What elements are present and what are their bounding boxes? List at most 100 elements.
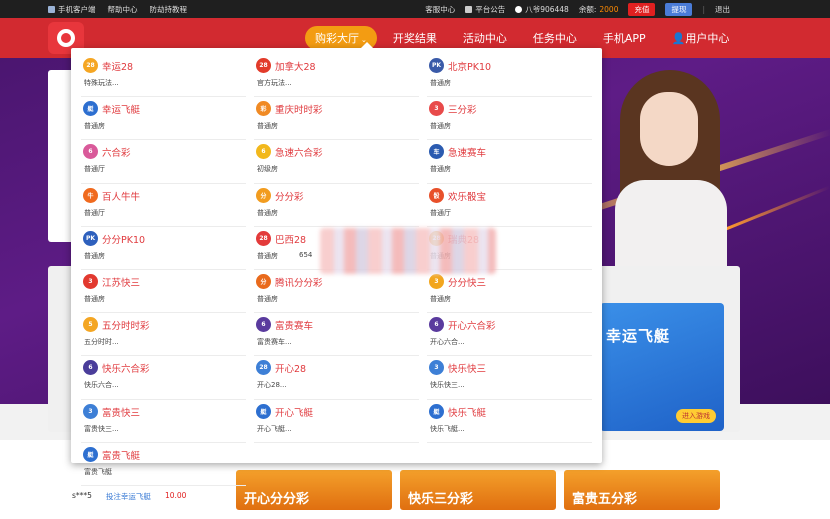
- game-room: 普通厅: [430, 208, 451, 217]
- game-item[interactable]: 6 急速六合彩 初级房: [254, 140, 419, 184]
- game-room: 普通房: [430, 294, 451, 303]
- withdraw-button[interactable]: 提现: [665, 2, 693, 16]
- game-room: 普通房: [257, 122, 278, 131]
- game-item[interactable]: 骰欢乐骰宝 普通厅: [427, 184, 592, 227]
- game-name: 腾讯分分彩: [275, 277, 323, 289]
- game-item[interactable]: 艇快乐飞艇 快乐飞艇...: [427, 400, 592, 443]
- game-item[interactable]: 3 富贵快三 富贵快三...: [81, 400, 246, 443]
- nav-tasks[interactable]: 任务中心: [523, 26, 587, 50]
- enter-game-button[interactable]: 进入游戏: [676, 409, 716, 423]
- happy-mark-six-icon: 6: [429, 317, 444, 333]
- logout-link[interactable]: 退出: [715, 4, 730, 15]
- user-name[interactable]: 八爷906448: [515, 4, 569, 15]
- game-room: 开心28...: [257, 381, 287, 390]
- nav-activities[interactable]: 活动中心: [453, 26, 517, 50]
- canada28-icon: 28: [256, 58, 271, 73]
- mobile-client-label: 手机客户端: [58, 4, 96, 14]
- game-name: 三分彩: [448, 105, 477, 117]
- game-item[interactable]: 5 五分时时彩 五分时时...: [81, 313, 246, 357]
- game-item[interactable]: 28 加拿大28 官方玩法...: [254, 54, 419, 98]
- game-name: 江苏快三: [102, 277, 141, 289]
- game-room: 普通房: [84, 294, 105, 303]
- balance-value: 2000: [599, 4, 619, 14]
- rich-race-icon: 6: [256, 317, 271, 333]
- game-item[interactable]: 3 三分彩 普通房: [427, 97, 592, 141]
- winner-user: s***5: [72, 491, 92, 500]
- game-name: 巴西28: [275, 234, 307, 246]
- game-name: 快乐六合彩: [102, 364, 150, 376]
- nav-results[interactable]: 开奖结果: [383, 26, 447, 50]
- joy-boat-icon: 艇: [429, 403, 444, 419]
- game-item[interactable]: 分分分彩 普通房: [254, 184, 419, 227]
- game-room: 普通房: [257, 208, 278, 217]
- game-name: 北京PK10: [448, 62, 492, 73]
- game-room: 官方玩法...: [257, 79, 292, 87]
- game-name: 开心六合彩: [448, 321, 496, 333]
- nav-user-center[interactable]: 👤用户中心: [662, 26, 740, 50]
- game-item[interactable]: 3 江苏快三普通房: [81, 270, 246, 314]
- game-room: 普通厅: [84, 208, 105, 217]
- game-room: 普通房: [430, 122, 451, 131]
- game-item[interactable]: 28 开心28 开心28...: [254, 356, 419, 400]
- ff-k3-icon: 3: [429, 273, 444, 289]
- game-name: 五分时时彩: [102, 321, 150, 333]
- game-room: 普通房: [84, 122, 105, 131]
- recharge-button[interactable]: 充值: [628, 2, 656, 16]
- game-room: 快乐飞艇...: [430, 424, 465, 433]
- game-room: 普通房: [257, 294, 278, 303]
- game-item[interactable]: PK 北京PK10 普通房: [427, 54, 592, 98]
- help-center-link[interactable]: 帮助中心: [108, 4, 138, 15]
- game-item[interactable]: 3 快乐快三 快乐快三...: [427, 356, 592, 400]
- game-name: 分分彩: [275, 191, 304, 203]
- jiangsu-k3-icon: 3: [83, 273, 98, 289]
- game-room: 五分时时...: [84, 338, 119, 347]
- rich-boat-icon: 艇: [83, 446, 98, 462]
- game-item[interactable]: 6 富贵赛车 富贵赛车...: [254, 313, 419, 357]
- banner-title: 幸运飞艇: [606, 327, 671, 345]
- game-name: 富贵飞艇: [102, 450, 141, 462]
- game-room: 普通房: [257, 251, 278, 260]
- game-room: 普通厅: [84, 165, 105, 174]
- anti-hijack-link[interactable]: 防劫持教程: [150, 4, 188, 15]
- top-utility-bar: 手机客户端 帮助中心 防劫持教程 客服中心 平台公告 八爷906448 余额: …: [0, 0, 830, 18]
- game-item[interactable]: 3 分分快三 普通房: [427, 270, 592, 314]
- nav-mobile-app[interactable]: 手机APP: [593, 26, 656, 50]
- game-item[interactable]: 分腾讯分分彩普通房: [254, 270, 419, 314]
- winner-amount: 10.00: [164, 491, 187, 500]
- game-name: 开心飞艇: [275, 407, 314, 419]
- speed-race-icon: 车: [429, 144, 444, 160]
- game-item[interactable]: 艇开心飞艇 开心飞艇...: [254, 400, 419, 443]
- game-item[interactable]: 车急速赛车 普通房: [427, 140, 592, 184]
- speed-mark-six-icon: 6: [256, 144, 271, 160]
- platform-notice-label: 平台公告: [475, 4, 506, 14]
- game-name: 快乐快三: [448, 364, 487, 376]
- game-name: 开心28: [275, 364, 307, 376]
- divider: |: [702, 4, 705, 14]
- game-room: 富贵赛车...: [257, 338, 292, 347]
- game-item[interactable]: 艇幸运飞艇 普通房: [81, 97, 246, 141]
- game-item[interactable]: 6 开心六合彩 开心六合...: [427, 313, 592, 357]
- game-online-count: 654: [299, 250, 313, 259]
- dice-icon: 骰: [429, 187, 444, 203]
- game-name: 六合彩: [102, 148, 131, 160]
- service-center-link[interactable]: 客服中心: [425, 4, 455, 15]
- tencent-ffc-icon: 分: [256, 273, 271, 289]
- balance-label: 余额:: [578, 4, 597, 14]
- lucky-boat-banner[interactable]: 幸运飞艇 进入游戏: [600, 303, 724, 431]
- game-name: 富贵快三: [102, 407, 141, 419]
- game-room: 快乐六合...: [84, 381, 119, 390]
- game-room: 富贵快三...: [84, 424, 119, 433]
- game-item[interactable]: PK 分分PK10 普通房: [81, 227, 246, 270]
- game-item[interactable]: 6 六合彩 普通厅: [81, 140, 246, 184]
- game-room: 快乐快三...: [430, 381, 465, 390]
- game-item[interactable]: 6 快乐六合彩 快乐六合...: [81, 356, 246, 400]
- platform-notice-link[interactable]: 平台公告: [465, 4, 505, 15]
- game-item[interactable]: 艇富贵飞艇 富贵飞艇: [81, 443, 246, 486]
- lucky-boat-icon: 艇: [83, 101, 98, 117]
- happy-boat-icon: 艇: [256, 403, 271, 419]
- mobile-client-link[interactable]: 手机客户端: [48, 4, 96, 15]
- game-item[interactable]: 彩重庆时时彩 普通房: [254, 97, 419, 141]
- game-item[interactable]: 28 幸运28 特殊玩法...: [81, 54, 246, 98]
- game-item[interactable]: 牛百人牛牛 普通厅: [81, 184, 246, 227]
- game-room: 特殊玩法...: [84, 79, 119, 87]
